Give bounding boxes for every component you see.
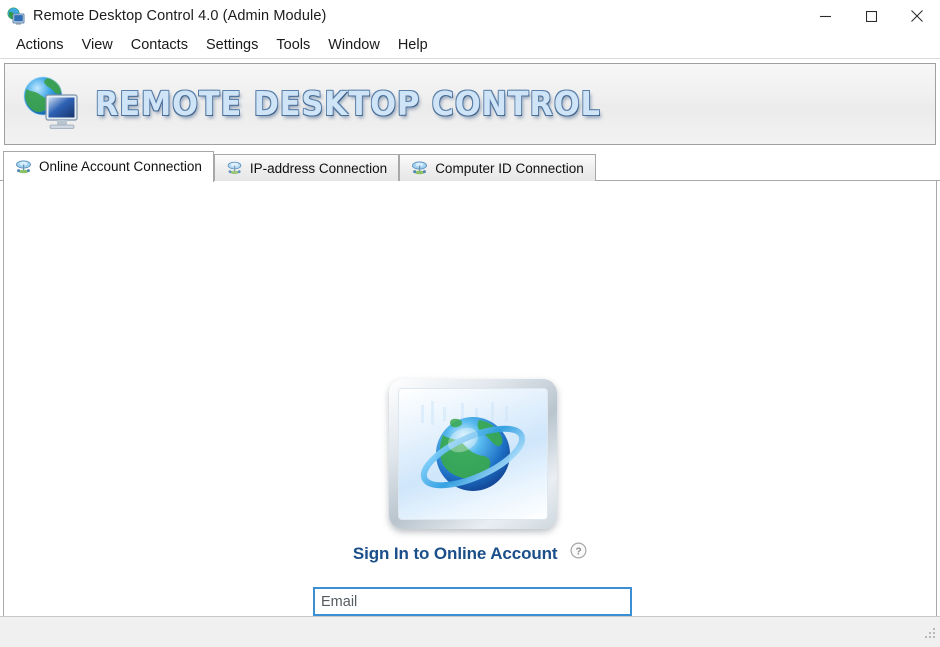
hero-logo-icon <box>389 379 557 529</box>
menu-item-actions[interactable]: Actions <box>7 35 73 56</box>
window-controls <box>802 0 940 32</box>
signin-form: Create New Account... <box>313 587 677 616</box>
menu-item-contacts[interactable]: Contacts <box>122 35 197 56</box>
tab-content-panel: Sign In to Online Account ? Create New A… <box>3 181 937 616</box>
tab-label: Computer ID Connection <box>435 160 584 176</box>
application-window: Remote Desktop Control 4.0 (Admin Module… <box>0 0 940 647</box>
banner-logo-icon <box>19 73 85 135</box>
svg-text:?: ? <box>576 546 582 557</box>
email-field[interactable] <box>313 587 632 616</box>
menu-item-help[interactable]: Help <box>389 35 437 56</box>
banner: REMOTE DESKTOP CONTROL <box>4 63 936 145</box>
status-bar <box>0 616 940 647</box>
menu-item-tools[interactable]: Tools <box>267 35 319 56</box>
minimize-button[interactable] <box>802 0 848 32</box>
resize-grip-icon[interactable] <box>924 627 937 645</box>
menu-item-view[interactable]: View <box>73 35 122 56</box>
banner-container: REMOTE DESKTOP CONTROL <box>0 59 940 145</box>
menu-item-window[interactable]: Window <box>319 35 389 56</box>
tab-label: IP-address Connection <box>249 160 388 176</box>
network-dome-icon <box>15 159 32 175</box>
network-dome-icon <box>411 160 428 176</box>
maximize-button[interactable] <box>848 0 894 32</box>
signin-heading-row: Sign In to Online Account ? <box>4 542 936 565</box>
window-title: Remote Desktop Control 4.0 (Admin Module… <box>33 8 327 24</box>
help-circle-icon[interactable]: ? <box>570 542 587 564</box>
menu-item-settings[interactable]: Settings <box>197 35 267 56</box>
network-dome-icon <box>226 160 243 176</box>
app-icon <box>6 6 26 26</box>
tab-ip-address-connection[interactable]: IP-address Connection <box>213 154 400 181</box>
close-button[interactable] <box>894 0 940 32</box>
title-bar: Remote Desktop Control 4.0 (Admin Module… <box>0 0 940 32</box>
menu-bar: Actions View Contacts Settings Tools Win… <box>0 32 940 59</box>
tab-computer-id-connection[interactable]: Computer ID Connection <box>399 154 596 181</box>
tab-label: Online Account Connection <box>39 159 202 174</box>
tab-online-account-connection[interactable]: Online Account Connection <box>3 151 214 182</box>
page-title: Sign In to Online Account <box>352 544 558 563</box>
banner-title: REMOTE DESKTOP CONTROL <box>95 83 601 123</box>
tab-strip: Online Account Connection IP-address Con… <box>0 150 940 182</box>
